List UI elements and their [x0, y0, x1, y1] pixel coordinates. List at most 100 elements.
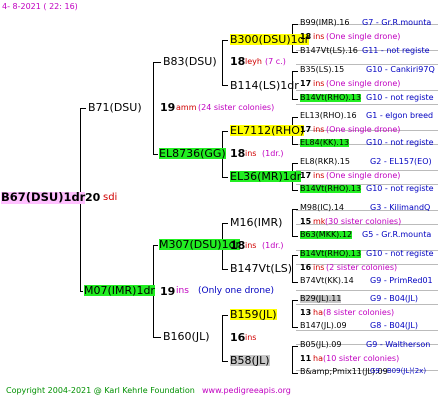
gen1-bottom-queen[interactable]: M07(IMR)1dr: [84, 285, 155, 296]
website-link[interactable]: www.pedigreeapis.org: [202, 387, 291, 395]
root-note: sdi: [103, 192, 118, 203]
gen4-info: G11 - not registe: [362, 46, 430, 55]
connector: [292, 346, 293, 373]
connector: [222, 40, 228, 41]
gen4-name[interactable]: B99(IMR).16: [300, 19, 349, 27]
gen4-info: G9 - Waltherson: [366, 340, 431, 349]
gen2-queen-4[interactable]: B160(JL): [163, 331, 210, 342]
gen4-name[interactable]: EL84(KK).13: [300, 139, 350, 147]
gen4-name[interactable]: B29(JL).11: [300, 295, 342, 303]
gen2-extra-2: (24 sister colonies): [198, 103, 275, 112]
gen4-number: 17: [300, 171, 312, 180]
gen3-queen-7[interactable]: B159(JL): [230, 309, 277, 320]
gen4-extra: (One single drone): [326, 32, 401, 41]
gen4-info: G10 - not registe: [366, 184, 434, 193]
gen4-name[interactable]: M98(IC).14: [300, 204, 344, 212]
gen4-name[interactable]: B05(JL).09: [300, 341, 341, 349]
gen4-info: G9 - B04(JL): [370, 294, 418, 303]
gen4-name[interactable]: B74Vt(KK).14: [300, 277, 354, 285]
gen3-note-7: ins: [245, 333, 257, 342]
gen4-name[interactable]: EL13(RHO).16: [300, 112, 357, 120]
gen3-note-5: ins: [245, 241, 257, 250]
gen4-extra: (One single drone): [326, 171, 401, 180]
connector: [292, 300, 293, 327]
gen2-queen-1[interactable]: B83(DSU): [163, 56, 217, 67]
gen2-queen-2[interactable]: EL8736(GG): [159, 148, 226, 159]
gen4-name[interactable]: B147(JL).09: [300, 322, 347, 330]
connector: [292, 327, 298, 328]
gen4-name[interactable]: B14Vt(RHO).13: [300, 94, 362, 102]
gen4-info: G10 - Cankiri97Q: [366, 65, 435, 74]
gen3-queen-8[interactable]: B58(JL): [230, 355, 270, 366]
gen4-extra: (One single drone): [326, 79, 401, 88]
gen4-extra: (10 sister colonies): [323, 354, 400, 363]
gen4-info: G10 - not registe: [366, 249, 434, 258]
gen4-info: G9 - PrimRed01: [370, 276, 433, 285]
connector: [292, 373, 298, 374]
gen4-note: ins: [313, 263, 325, 272]
gen1-bottom-note: ins: [176, 286, 189, 296]
connector: [292, 24, 298, 25]
gen4-note: ins: [313, 125, 325, 134]
gen3-extra-5: (1dr.): [262, 241, 284, 250]
gen4-note: ins: [313, 79, 325, 88]
connector: [292, 190, 298, 191]
gen4-info: G2 - EL157(EO): [370, 157, 432, 166]
connector: [153, 62, 154, 154]
gen3-queen-2[interactable]: B114(LS)1dr: [230, 80, 299, 91]
connector: [153, 337, 161, 338]
gen4-name[interactable]: B14Vt(RHO).13: [300, 185, 362, 193]
gen3-number-3: 18: [230, 147, 246, 160]
print-date: 4- 8-2021 ( 22: 16): [2, 2, 78, 11]
gen4-note: ins: [313, 171, 325, 180]
connector: [292, 209, 293, 236]
connector: [222, 315, 223, 361]
gen3-note-1: leyh: [245, 57, 262, 66]
connector: [292, 117, 298, 118]
connector: [292, 144, 298, 145]
gen4-name[interactable]: B35(LS).15: [300, 66, 344, 74]
gen3-extra-1: (7 c.): [265, 57, 286, 66]
gen3-number-5: 18: [230, 239, 246, 252]
gen4-info: G3 - KilimandQ: [370, 203, 431, 212]
gen4-number: 16: [300, 263, 312, 272]
connector: [80, 291, 83, 292]
gen4-number: 15: [300, 217, 312, 226]
connector: [292, 163, 298, 164]
gen3-queen-1[interactable]: B300(DSU)1dr: [230, 34, 310, 45]
gen4-number: 11: [300, 354, 312, 363]
gen4-info: G7 - Gr.R.mounta: [362, 18, 432, 27]
gen4-note: mk: [313, 217, 326, 226]
gen1-top-queen[interactable]: B71(DSU): [88, 102, 142, 113]
connector: [292, 255, 298, 256]
gen4-name[interactable]: EL8(RKR).15: [300, 158, 350, 166]
connector: [222, 131, 228, 132]
gen3-queen-4[interactable]: EL36(MR)1dr: [230, 171, 302, 182]
gen4-info: G8 - B04(JL): [370, 321, 418, 330]
gen4-info: G10 - not registe: [366, 138, 434, 147]
gen2-queen-3[interactable]: M307(DSU)1dr: [159, 239, 241, 250]
gen4-extra: (8 sister colonies): [323, 308, 395, 317]
gen4-number: 17: [300, 79, 312, 88]
connector: [292, 300, 298, 301]
gen4-info: G9 - B09(JL)(2x): [370, 367, 427, 375]
gen4-note: ha: [313, 354, 323, 363]
connector: [292, 52, 298, 53]
gen3-queen-5[interactable]: M16(IMR): [230, 217, 282, 228]
connector: [292, 99, 298, 100]
gen2-number-2: 19: [160, 101, 176, 114]
connector: [292, 209, 298, 210]
gen4-name[interactable]: B14Vt(RHO).13: [300, 250, 362, 258]
gen4-extra: (30 sister colonies): [325, 217, 402, 226]
gen3-queen-6[interactable]: B147Vt(LS): [230, 263, 292, 274]
gen4-extra: (One single drone): [326, 125, 401, 134]
gen4-number: 18: [300, 32, 312, 41]
gen4-number: 17: [300, 125, 312, 134]
gen3-queen-3[interactable]: EL7112(RHO): [230, 125, 305, 136]
root-queen[interactable]: B67(DSU)1dr: [1, 191, 86, 204]
connector: [222, 177, 228, 178]
gen4-name[interactable]: B147Vt(LS).16: [300, 47, 358, 55]
gen4-name[interactable]: B63(MKK).12: [300, 231, 353, 239]
connector: [80, 108, 86, 109]
gen1-bottom-extra: (Only one drone): [198, 286, 275, 296]
